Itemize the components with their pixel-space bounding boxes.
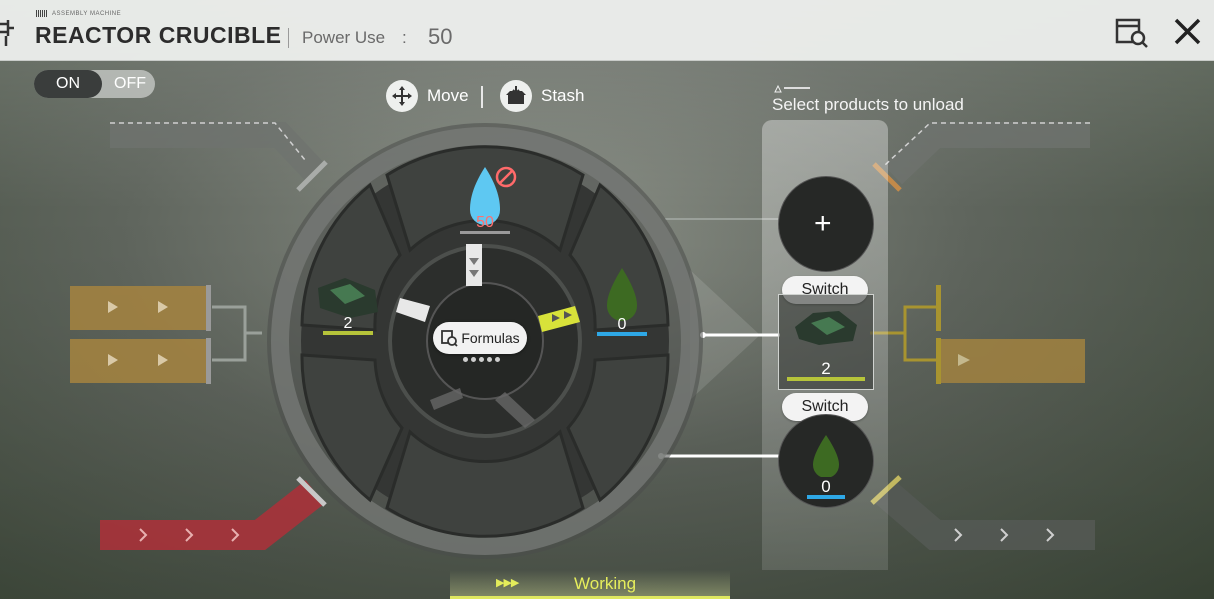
plus-icon: + xyxy=(814,207,832,240)
add-output-slot[interactable]: + xyxy=(778,176,874,272)
formulas-button[interactable]: Formulas xyxy=(433,322,527,354)
ore-output-count: 2 xyxy=(821,359,831,378)
output-slot-ore[interactable]: 2 xyxy=(778,294,874,390)
ore-bar xyxy=(787,377,865,381)
output-slot-liquid[interactable]: 0 xyxy=(778,414,874,508)
liquid-drop-icon xyxy=(813,435,839,477)
water-input-count: 50 xyxy=(476,214,494,231)
liquid-output-count: 0 xyxy=(617,316,627,333)
status-bar: ▶▶▶ Working xyxy=(450,570,730,599)
status-text: Working xyxy=(574,574,637,593)
crucible-wheel xyxy=(267,123,703,559)
formula-search-icon xyxy=(441,330,458,347)
formulas-label: Formulas xyxy=(461,330,520,346)
ore-input-count: 2 xyxy=(343,315,353,332)
ore-icon xyxy=(795,311,857,345)
progress-arrows-icon: ▶▶▶ xyxy=(496,577,519,589)
unload-title: Select products to unload xyxy=(772,95,964,114)
liquid-bar xyxy=(807,495,845,499)
page-dots xyxy=(463,357,500,362)
liquid-output-slot-count: 0 xyxy=(821,477,831,496)
warning-mark-icon xyxy=(774,85,810,93)
